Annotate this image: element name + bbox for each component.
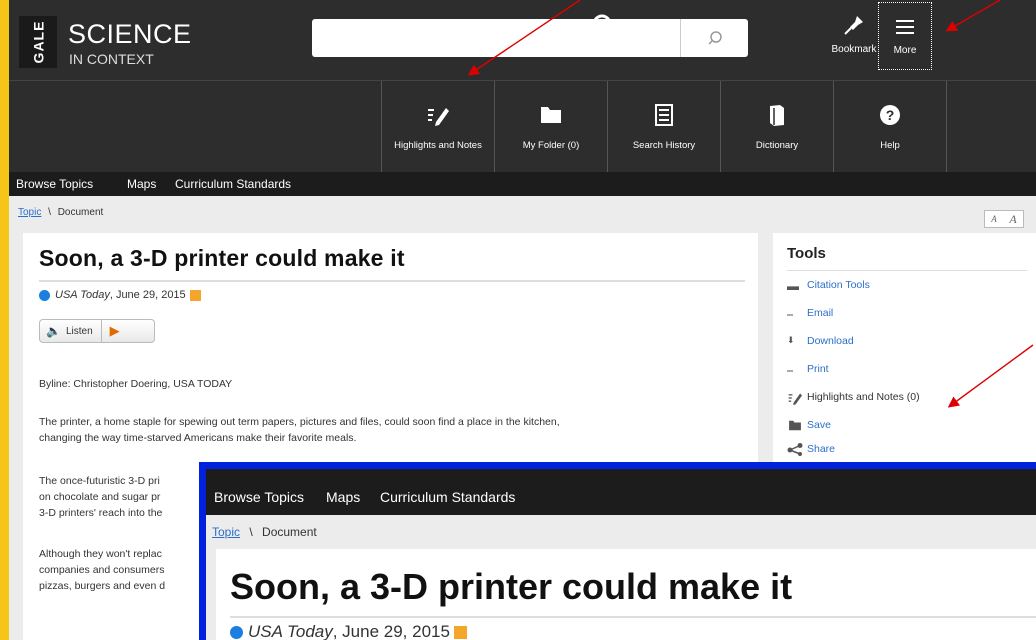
toolbar-spacer xyxy=(946,81,1036,173)
zoom-plus-icon xyxy=(590,14,612,44)
zoomed-title-divider xyxy=(230,616,1036,618)
zoomed-article-date: , June 29, 2015 xyxy=(332,622,450,640)
tool-download[interactable]: ⬇ Download xyxy=(787,335,854,347)
product-name[interactable]: SCIENCE xyxy=(68,20,192,48)
font-size-control: A A xyxy=(984,210,1024,228)
zoomed-article-title: Soon, a 3-D printer could make it xyxy=(230,566,793,607)
print-icon: ⎯ xyxy=(787,363,794,377)
download-icon: ⬇ xyxy=(787,335,795,345)
font-larger-button[interactable]: A xyxy=(1009,212,1016,227)
listen-divider xyxy=(100,320,102,342)
gale-logo[interactable]: GALE xyxy=(19,16,57,68)
zoomed-article-dateline: USA Today , June 29, 2015 xyxy=(230,622,467,640)
zoomed-breadcrumb: Topic \ Document xyxy=(212,525,317,539)
search-box xyxy=(312,19,748,57)
toolbar-my-folder[interactable]: My Folder (0) xyxy=(494,81,607,173)
highlight-pen-icon xyxy=(787,391,807,408)
zoomed-breadcrumb-topic-link[interactable]: Topic xyxy=(212,525,240,539)
zoomed-level-indicator-icon xyxy=(453,625,467,639)
speaker-icon: 🔈 xyxy=(46,324,61,338)
advanced-search-button[interactable]: Advanced xyxy=(569,14,633,70)
more-menu-button[interactable]: More xyxy=(878,2,932,70)
article-title: Soon, a 3-D printer could make it xyxy=(39,245,405,271)
share-icon xyxy=(787,443,807,459)
listen-label: Listen xyxy=(65,325,93,337)
folder-icon xyxy=(539,104,563,140)
search-button[interactable] xyxy=(680,19,748,57)
zoomed-secondary-nav: Browse Topics Maps Curriculum Standards xyxy=(206,469,1036,515)
nav-maps[interactable]: Maps xyxy=(127,177,156,191)
zoomed-nav-browse-topics[interactable]: Browse Topics xyxy=(214,489,304,505)
breadcrumb: Topic \ Document xyxy=(18,207,103,218)
tool-citation[interactable]: ▬ Citation Tools xyxy=(787,279,870,293)
highlight-pen-icon xyxy=(426,104,450,140)
tools-title: Tools xyxy=(787,245,826,262)
article-dateline: USA Today , June 29, 2015 xyxy=(39,289,201,301)
toolbar-dictionary[interactable]: Dictionary xyxy=(720,81,833,173)
tool-print[interactable]: ⎯ Print xyxy=(787,363,829,378)
zoomed-content-type-dot-icon xyxy=(230,625,243,639)
tools-divider xyxy=(787,270,1027,271)
title-divider xyxy=(39,280,745,282)
product-subtitle: IN CONTEXT xyxy=(69,51,154,67)
breadcrumb-current: Document xyxy=(57,207,104,218)
article-paragraph-1: The printer, a home staple for spewing o… xyxy=(39,416,560,444)
hamburger-icon xyxy=(895,15,915,45)
zoomed-nav-curriculum-standards[interactable]: Curriculum Standards xyxy=(380,489,515,505)
zoomed-article-source: USA Today xyxy=(248,622,333,640)
list-icon xyxy=(654,103,674,140)
tool-ribbon: Highlights and Notes My Folder (0) Searc… xyxy=(9,80,1036,173)
zoomed-article-panel: Soon, a 3-D printer could make it USA To… xyxy=(216,549,1036,640)
help-icon: ? xyxy=(879,104,901,140)
nav-browse-topics[interactable]: Browse Topics xyxy=(16,177,93,191)
article-byline: Byline: Christopher Doering, USA TODAY xyxy=(39,378,233,390)
zoomed-breadcrumb-separator: \ xyxy=(249,525,253,539)
zoomed-callout: Browse Topics Maps Curriculum Standards … xyxy=(199,462,1036,640)
tool-share[interactable]: Share xyxy=(787,443,835,459)
level-indicator-icon xyxy=(189,289,201,301)
zoomed-breadcrumb-current: Document xyxy=(262,525,317,539)
toolbar-help[interactable]: ? Help xyxy=(833,81,946,173)
search-icon xyxy=(707,31,722,45)
email-icon: ⎯ xyxy=(787,307,794,321)
toolbar-search-history[interactable]: Search History xyxy=(607,81,720,173)
tool-highlights-notes[interactable]: Highlights and Notes (0) xyxy=(787,391,920,408)
zoomed-callout-content: Browse Topics Maps Curriculum Standards … xyxy=(206,469,1036,640)
font-smaller-button[interactable]: A xyxy=(991,214,997,224)
tool-save[interactable]: Save xyxy=(787,419,831,435)
tool-email[interactable]: ⎯ Email xyxy=(787,307,833,322)
toolbar-highlights-notes[interactable]: Highlights and Notes xyxy=(381,81,494,173)
zoomed-nav-maps[interactable]: Maps xyxy=(326,489,360,505)
secondary-nav: Browse Topics Maps Curriculum Standards xyxy=(9,172,1036,196)
article-date: , June 29, 2015 xyxy=(109,289,186,301)
breadcrumb-separator: \ xyxy=(48,207,51,218)
nav-curriculum-standards[interactable]: Curriculum Standards xyxy=(175,177,291,191)
listen-button[interactable]: 🔈 Listen ▶ xyxy=(39,319,155,343)
book-icon xyxy=(768,104,786,140)
bookmark-button[interactable]: Bookmark xyxy=(824,14,884,70)
breadcrumb-topic-link[interactable]: Topic xyxy=(18,207,41,218)
folder-icon xyxy=(787,419,807,435)
citation-icon: ▬ xyxy=(787,279,799,293)
top-header: GALE SCIENCE IN CONTEXT Advanced Bookmar… xyxy=(9,0,1036,80)
content-type-dot-icon xyxy=(39,289,50,301)
pin-icon xyxy=(843,14,865,44)
article-source: USA Today xyxy=(55,289,110,301)
play-icon[interactable]: ▶ xyxy=(110,323,120,339)
svg-text:?: ? xyxy=(886,107,895,123)
